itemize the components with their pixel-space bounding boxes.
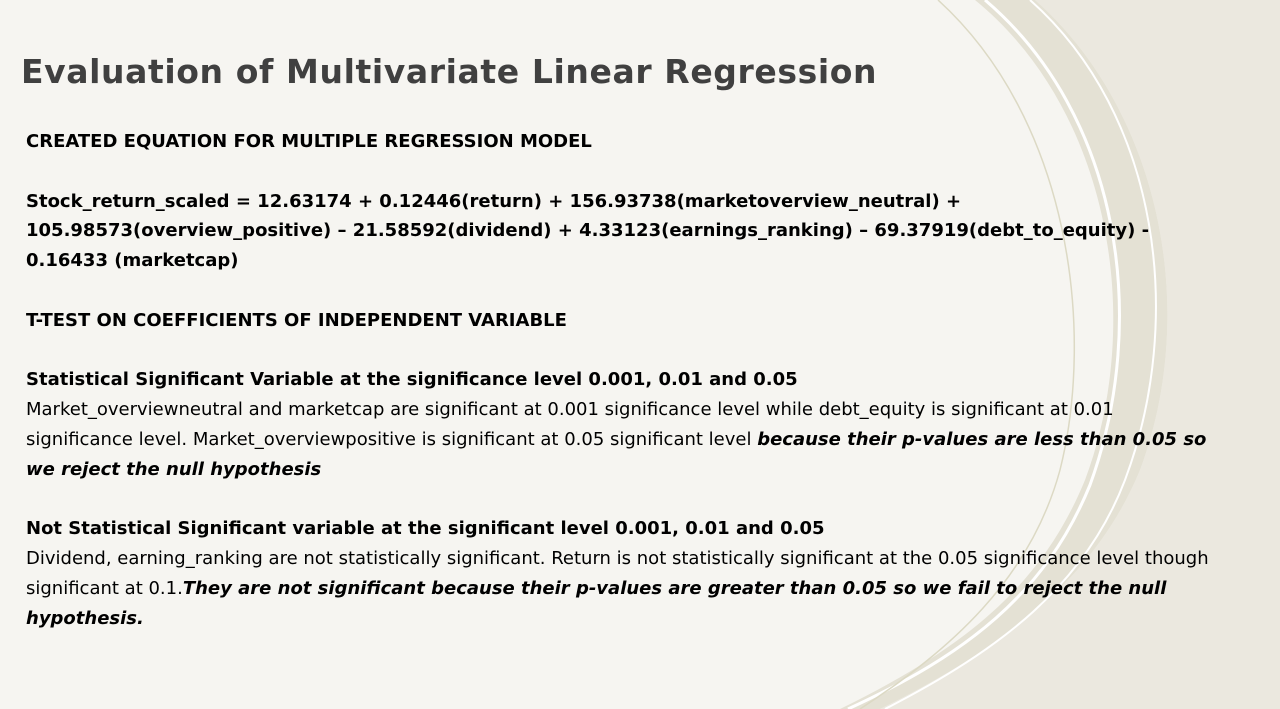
not-significant-heading: Not Statistical Significant variable at … [26,518,825,540]
ttest-heading: T-TEST ON COEFFICIENTS OF INDEPENDENT VA… [26,309,567,331]
equation-line-1: Stock_return_scaled = 12.63174 + 0.12446… [26,190,962,212]
not-significant-paragraph: Dividend, earning_ranking are not statis… [26,544,1226,633]
significant-paragraph: Market_overviewneutral and marketcap are… [26,395,1226,484]
equation-line-3: 0.16433 (marketcap) [26,250,239,272]
slide-title: Evaluation of Multivariate Linear Regres… [21,52,878,91]
equation-line-2: 105.98573(overview_positive) – 21.58592(… [26,220,1150,242]
slide: Evaluation of Multivariate Linear Regres… [0,0,1280,709]
equation-heading: CREATED EQUATION FOR MULTIPLE REGRESSION… [26,131,592,152]
slide-content: CREATED EQUATION FOR MULTIPLE REGRESSION… [26,127,1226,634]
not-significant-emphasis: They are not significant because their p… [26,577,1167,629]
significant-heading: Statistical Significant Variable at the … [26,369,798,391]
